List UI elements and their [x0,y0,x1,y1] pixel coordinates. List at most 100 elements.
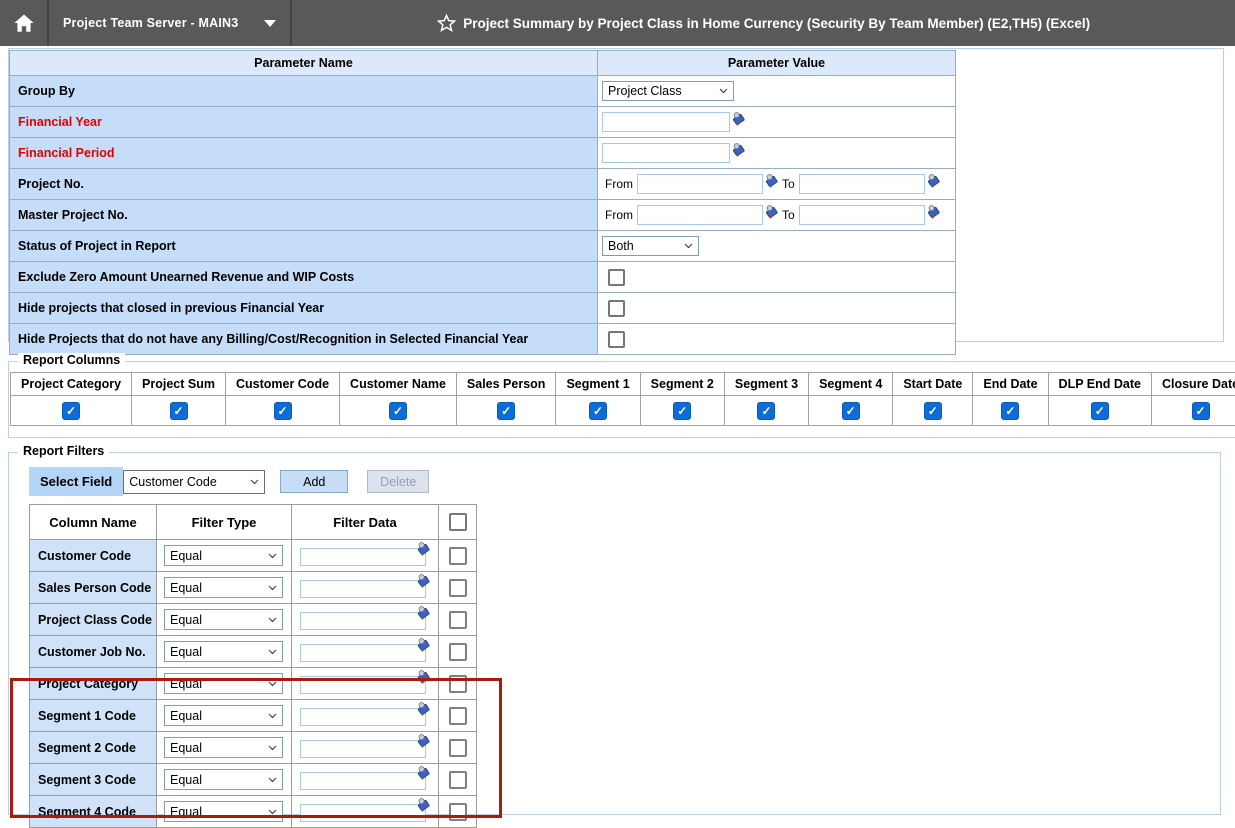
select-field-dropdown[interactable]: Customer Code [123,470,265,494]
filter-row: Segment 2 CodeEqual [30,732,477,764]
chevron-down-icon [268,553,277,559]
param-name-header: Parameter Name [10,51,598,76]
lookup-icon[interactable] [416,765,431,780]
filter-type-select[interactable]: Equal [164,641,283,662]
lookup-icon[interactable] [416,797,431,812]
chevron-down-icon [268,745,277,751]
param-to-input[interactable] [799,174,925,194]
column-checkbox[interactable]: ✓ [170,402,188,420]
lookup-icon[interactable] [416,573,431,588]
report-filters-legend: Report Filters [18,444,109,458]
column-checkbox[interactable]: ✓ [842,402,860,420]
chevron-down-icon [250,479,259,485]
filter-type-select[interactable]: Equal [164,673,283,694]
add-button[interactable]: Add [280,470,348,493]
column-checkbox[interactable]: ✓ [274,402,292,420]
filter-data-header: Filter Data [292,505,439,540]
report-column-header: Start Date [893,373,973,396]
filter-check-cell [439,604,477,636]
filter-data-input[interactable] [300,772,426,790]
param-checkbox[interactable] [608,331,625,348]
param-row: Group ByProject Class [10,76,956,107]
filter-row-checkbox[interactable] [449,739,467,757]
lookup-icon[interactable] [416,605,431,620]
filter-check-cell [439,668,477,700]
server-selector[interactable]: Project Team Server - MAIN3 [49,0,292,46]
lookup-icon[interactable] [416,669,431,684]
filter-type-cell: Equal [157,700,292,732]
filter-row-checkbox[interactable] [449,771,467,789]
filter-type-select[interactable]: Equal [164,545,283,566]
lookup-icon[interactable] [416,541,431,556]
filter-data-input[interactable] [300,644,426,662]
filter-type-select-value: Equal [170,805,202,819]
lookup-icon[interactable] [926,173,941,188]
lookup-icon[interactable] [416,733,431,748]
lookup-icon[interactable] [731,111,746,126]
column-checkbox[interactable]: ✓ [1192,402,1210,420]
param-value-cell: From To [598,200,956,231]
filter-data-input[interactable] [300,612,426,630]
chevron-down-icon [684,243,693,249]
param-from-input[interactable] [637,205,763,225]
param-row: Financial Period [10,138,956,169]
filter-type-select[interactable]: Equal [164,609,283,630]
filter-type-select-value: Equal [170,613,202,627]
select-all-checkbox[interactable] [449,513,467,531]
param-name: Hide Projects that do not have any Billi… [10,324,598,355]
param-select[interactable]: Both [602,236,699,256]
lookup-icon[interactable] [416,701,431,716]
column-checkbox[interactable]: ✓ [1091,402,1109,420]
filter-data-input[interactable] [300,708,426,726]
param-to-input[interactable] [799,205,925,225]
filter-row-checkbox[interactable] [449,803,467,821]
column-checkbox[interactable]: ✓ [62,402,80,420]
filter-row-checkbox[interactable] [449,643,467,661]
column-checkbox[interactable]: ✓ [673,402,691,420]
column-checkbox[interactable]: ✓ [757,402,775,420]
filter-check-cell [439,764,477,796]
chevron-down-icon [264,20,276,27]
lookup-icon[interactable] [416,637,431,652]
lookup-icon[interactable] [764,204,779,219]
filter-data-input[interactable] [300,676,426,694]
column-checkbox[interactable]: ✓ [497,402,515,420]
column-checkbox[interactable]: ✓ [1001,402,1019,420]
filter-data-input[interactable] [300,580,426,598]
column-checkbox[interactable]: ✓ [389,402,407,420]
filter-row-checkbox[interactable] [449,675,467,693]
filter-type-select[interactable]: Equal [164,577,283,598]
home-button[interactable] [0,0,49,46]
report-column-cell: ✓ [893,396,973,426]
filter-row-checkbox[interactable] [449,611,467,629]
param-select[interactable]: Project Class [602,81,734,101]
filter-column-name: Segment 4 Code [30,796,157,828]
param-input[interactable] [602,143,730,163]
filter-row-checkbox[interactable] [449,707,467,725]
filter-type-select[interactable]: Equal [164,705,283,726]
column-checkbox[interactable]: ✓ [589,402,607,420]
filter-row-checkbox[interactable] [449,579,467,597]
filter-type-select[interactable]: Equal [164,769,283,790]
filter-type-select-value: Equal [170,645,202,659]
filter-type-select[interactable]: Equal [164,737,283,758]
filter-data-input[interactable] [300,804,426,822]
param-checkbox[interactable] [608,269,625,286]
report-column-cell: ✓ [556,396,640,426]
filter-row-checkbox[interactable] [449,547,467,565]
star-icon[interactable] [437,14,456,32]
lookup-icon[interactable] [926,204,941,219]
param-checkbox[interactable] [608,300,625,317]
filter-type-select[interactable]: Equal [164,801,283,822]
param-row: Master Project No.From To [10,200,956,231]
lookup-icon[interactable] [764,173,779,188]
filter-data-input[interactable] [300,740,426,758]
param-input[interactable] [602,112,730,132]
param-from-input[interactable] [637,174,763,194]
report-column-header: Segment 3 [724,373,808,396]
report-column-cell: ✓ [724,396,808,426]
delete-button[interactable]: Delete [367,470,429,493]
column-checkbox[interactable]: ✓ [924,402,942,420]
lookup-icon[interactable] [731,142,746,157]
filter-data-input[interactable] [300,548,426,566]
